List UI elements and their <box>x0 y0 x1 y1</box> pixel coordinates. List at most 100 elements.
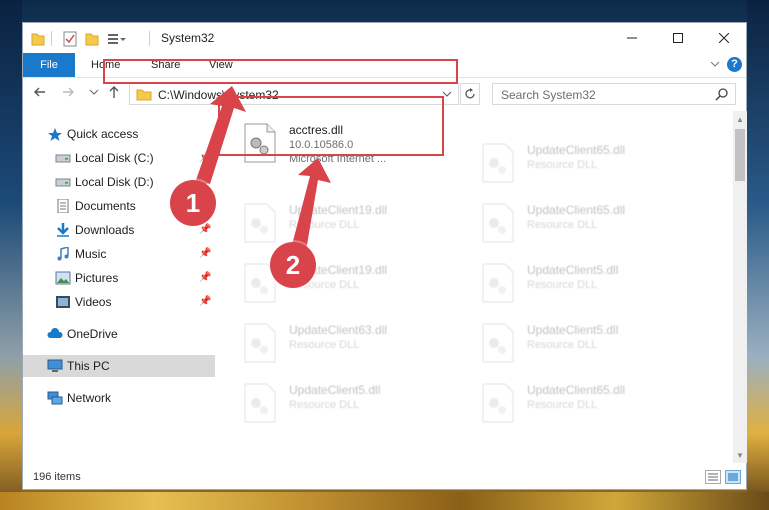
vertical-scrollbar[interactable]: ▲ ▼ <box>733 111 747 463</box>
videos-icon <box>56 296 70 308</box>
forward-button[interactable] <box>59 84 77 104</box>
window-title: System32 <box>161 31 215 45</box>
sidebar-item-videos[interactable]: Videos 📌 <box>23 291 215 313</box>
maximize-icon <box>673 33 683 43</box>
file-item[interactable]: UpdateClient19.dll Resource DLL <box>223 199 453 249</box>
dll-file-icon <box>244 323 276 363</box>
item-count: 196 items <box>33 471 81 483</box>
search-box[interactable]: Search System32 <box>492 83 736 105</box>
file-item[interactable]: UpdateClient65.dll Resource DLL <box>461 139 691 189</box>
file-item[interactable]: UpdateClient65.dll Resource DLL <box>461 379 691 429</box>
documents-icon <box>57 199 69 213</box>
file-item[interactable]: UpdateClient65.dll Resource DLL <box>461 199 691 249</box>
file-type: Resource DLL <box>289 399 360 411</box>
details-view-button[interactable] <box>705 470 721 484</box>
file-name: UpdateClient63.dll <box>289 323 388 337</box>
sidebar-item-label: Music <box>75 247 107 261</box>
search-placeholder: Search System32 <box>501 88 596 102</box>
tiles-view-icon <box>728 473 738 481</box>
scroll-up-icon[interactable]: ▲ <box>733 113 747 127</box>
sidebar-item-onedrive[interactable]: OneDrive <box>23 323 215 345</box>
recent-locations-button[interactable] <box>85 84 103 104</box>
navigation-pane: Quick access Local Disk (C:) 📌 Local Dis… <box>23 115 218 455</box>
sidebar-item-label: Pictures <box>75 271 119 285</box>
sidebar-item-label: Network <box>67 391 112 405</box>
minimize-icon <box>627 37 637 39</box>
cloud-icon <box>47 328 63 338</box>
chevron-down-icon <box>89 89 99 95</box>
dll-file-icon <box>244 383 276 423</box>
folder-icon <box>136 89 152 101</box>
dll-file-icon <box>482 383 514 423</box>
pictures-icon <box>55 271 71 285</box>
refresh-button[interactable] <box>460 83 480 105</box>
sidebar-item-label: Quick access <box>67 127 139 141</box>
sidebar-item-network[interactable]: Network <box>23 387 215 409</box>
sidebar-item-this-pc[interactable]: This PC <box>23 355 215 377</box>
file-highlight <box>218 96 444 156</box>
file-type: Resource DLL <box>289 339 360 351</box>
file-type: Resource DLL <box>527 279 598 291</box>
customize-toolbar-icon[interactable] <box>107 31 127 47</box>
properties-icon[interactable] <box>63 31 77 47</box>
close-icon <box>719 33 729 43</box>
callout-2: 2 <box>270 242 316 288</box>
sidebar-item-label: Downloads <box>75 223 135 237</box>
sidebar-item-quick-access[interactable]: Quick access <box>23 123 215 145</box>
sidebar-item-label: Local Disk (C:) <box>75 151 154 165</box>
sidebar-item-music[interactable]: Music 📌 <box>23 243 215 265</box>
file-item[interactable]: UpdateClient5.dll Resource DLL <box>223 379 453 429</box>
back-arrow-icon <box>34 87 45 97</box>
pin-icon: 📌 <box>199 272 212 283</box>
dll-file-icon <box>244 203 276 243</box>
file-item[interactable]: UpdateClient5.dll Resource DLL <box>461 319 691 369</box>
maximize-button[interactable] <box>655 23 701 53</box>
details-view-icon <box>708 473 718 481</box>
callout-1: 1 <box>170 180 216 226</box>
music-icon <box>57 247 69 261</box>
sidebar-item-label: OneDrive <box>67 327 118 341</box>
scrollbar-thumb[interactable] <box>735 129 745 181</box>
dll-file-icon <box>482 323 514 363</box>
forward-arrow-icon <box>63 87 74 97</box>
dll-file-icon <box>482 263 514 303</box>
sidebar-item-label: This PC <box>67 359 110 373</box>
desktop-wallpaper-left <box>0 0 22 510</box>
file-item[interactable]: UpdateClient19.dll Resource DLL <box>223 259 453 309</box>
tab-file[interactable]: File <box>23 53 75 77</box>
sidebar-item-label: Local Disk (D:) <box>75 175 154 189</box>
help-button[interactable]: ? <box>727 57 742 72</box>
search-icon[interactable] <box>715 87 729 101</box>
file-name: UpdateClient65.dll <box>527 143 626 157</box>
file-type: Resource DLL <box>527 339 598 351</box>
dll-file-icon <box>482 143 514 183</box>
sidebar-item-local-disk-c[interactable]: Local Disk (C:) 📌 <box>23 147 215 169</box>
tiles-view-button[interactable] <box>725 470 741 484</box>
drive-icon <box>55 178 71 187</box>
title-bar: System32 <box>23 23 746 53</box>
up-button[interactable] <box>105 84 123 104</box>
pin-icon: 📌 <box>199 152 212 163</box>
sidebar-item-label: Videos <box>75 295 112 309</box>
pin-icon: 📌 <box>199 248 212 259</box>
star-icon <box>48 128 62 141</box>
address-bar-highlight <box>103 59 458 84</box>
new-folder-icon[interactable] <box>85 31 99 47</box>
expand-ribbon-icon[interactable] <box>710 57 720 71</box>
file-name: UpdateClient65.dll <box>527 203 626 217</box>
file-item[interactable]: UpdateClient5.dll Resource DLL <box>461 259 691 309</box>
minimize-button[interactable] <box>609 23 655 53</box>
file-name: UpdateClient19.dll <box>289 203 388 217</box>
download-icon <box>57 223 69 237</box>
pin-icon: 📌 <box>199 224 212 235</box>
file-name: UpdateClient5.dll <box>527 263 619 277</box>
close-button[interactable] <box>701 23 747 53</box>
scroll-down-icon[interactable]: ▼ <box>733 449 747 463</box>
back-button[interactable] <box>31 84 49 104</box>
file-item[interactable]: UpdateClient63.dll Resource DLL <box>223 319 453 369</box>
desktop-wallpaper-bottom <box>0 492 769 510</box>
refresh-icon <box>465 88 475 99</box>
folder-icon <box>31 33 45 46</box>
file-type: Resource DLL <box>527 159 598 171</box>
sidebar-item-pictures[interactable]: Pictures 📌 <box>23 267 215 289</box>
